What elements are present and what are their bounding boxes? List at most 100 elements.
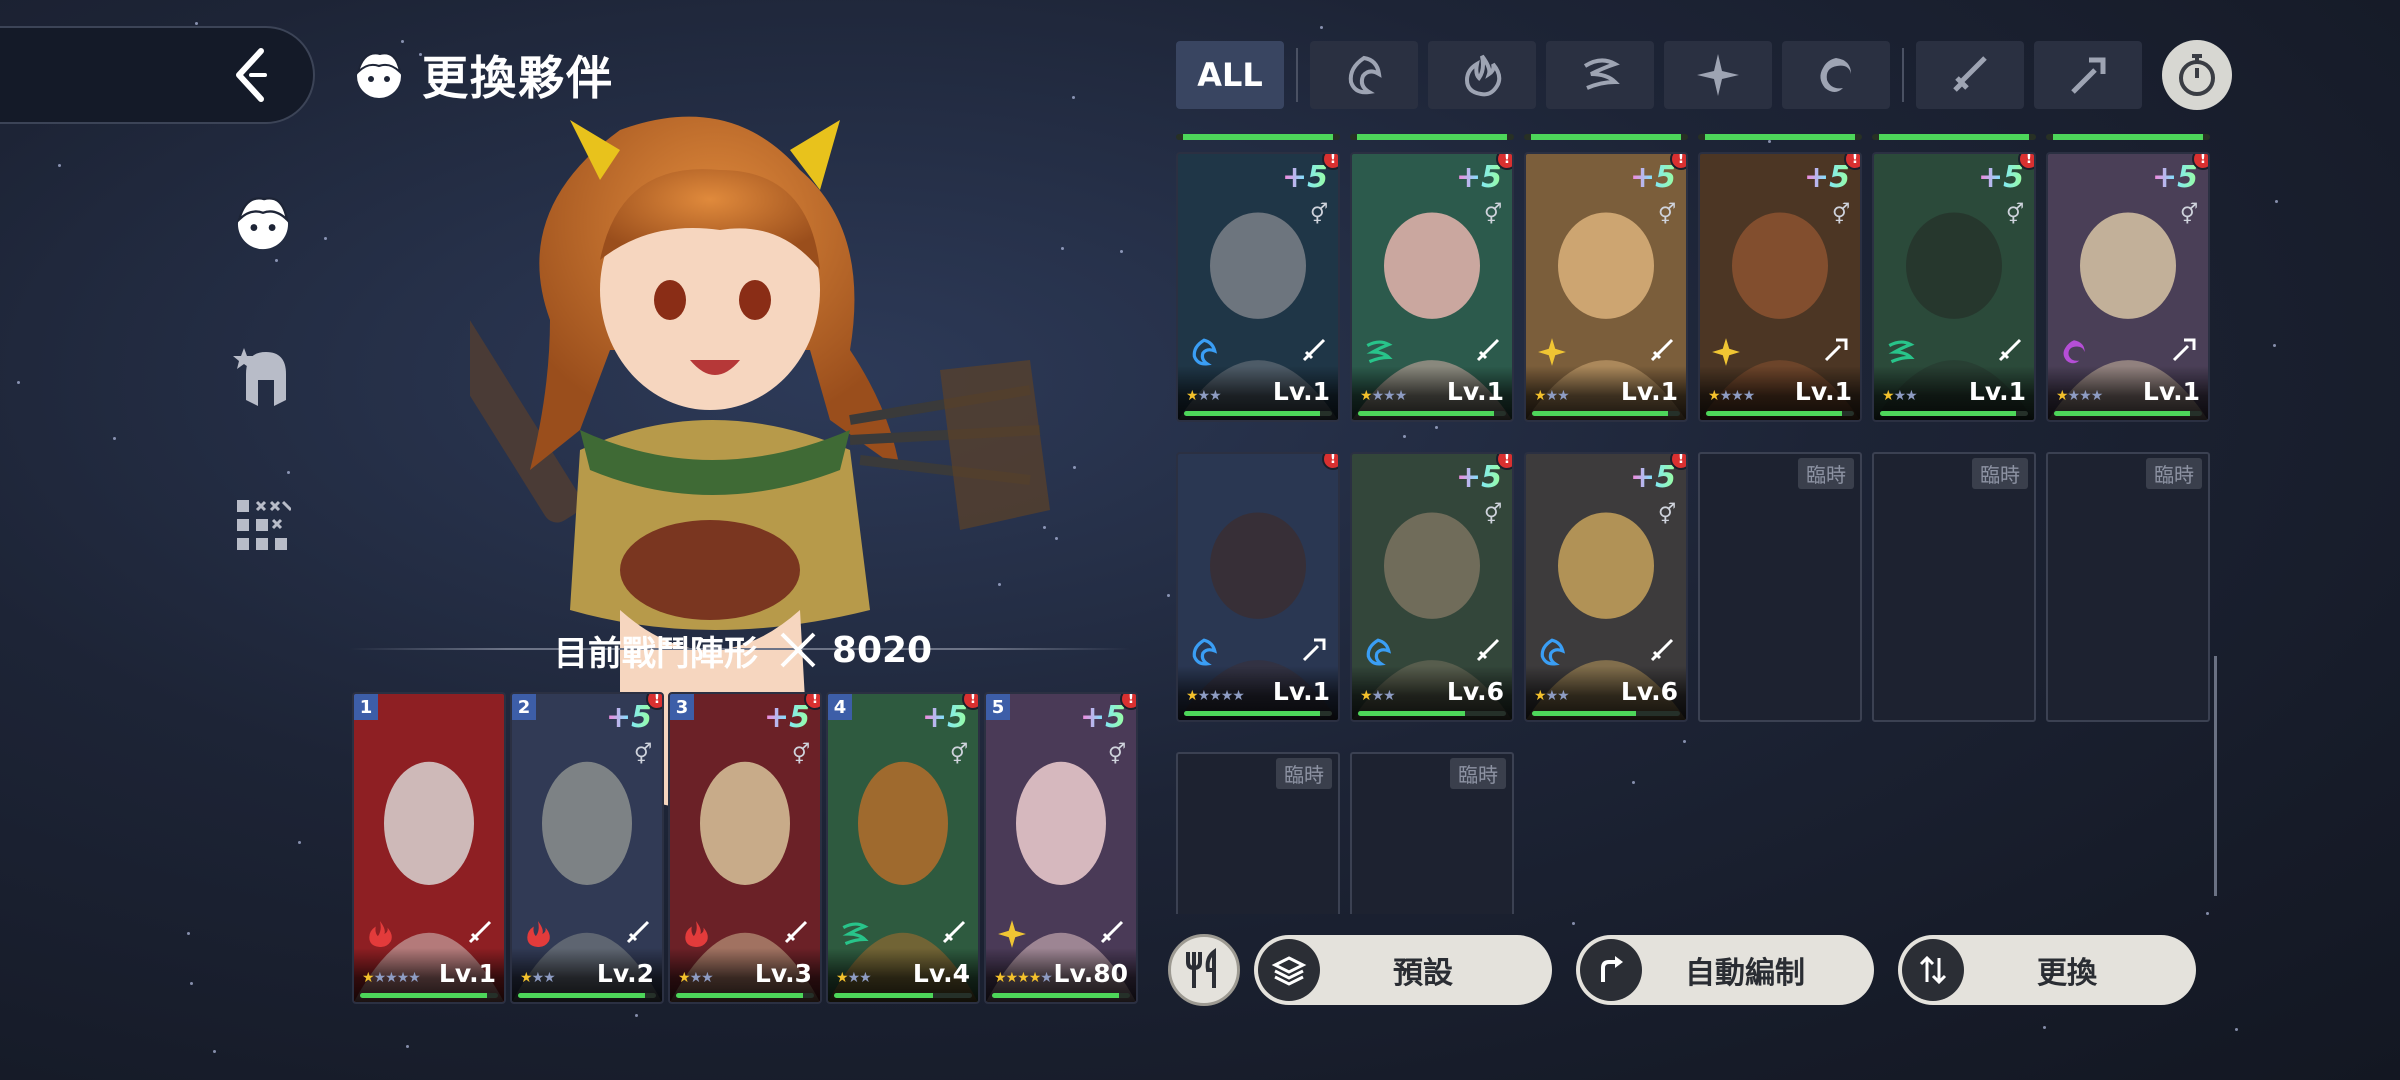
star-rating: ★★★ (1882, 388, 1918, 404)
hero-card[interactable]: +5 ⚥ ★★★★ Lv.1! (2046, 152, 2210, 422)
enhance-badge: +5 (1455, 460, 1502, 495)
sword-icon (1648, 636, 1676, 664)
hero-card[interactable]: +5 ⚥ ★★★ Lv.6! (1524, 452, 1688, 722)
star-rating: ★★★★ (2056, 388, 2103, 404)
enhance-badge: +5 (1281, 160, 1328, 195)
hero-card[interactable]: 3 +5 ⚥ ★★★ Lv.3! (668, 692, 822, 1004)
wind-element-icon (838, 918, 870, 950)
filter-water-tab[interactable] (1310, 41, 1418, 109)
light-element-icon (1536, 336, 1568, 368)
divider (1902, 48, 1904, 102)
hero-card[interactable]: +5 ⚥ ★★★★ Lv.1! (1698, 152, 1862, 422)
helmet-star-icon (233, 348, 286, 406)
empty-hero-slot[interactable]: 臨時 (2046, 452, 2210, 722)
hero-card[interactable]: +5 ⚥ ★★★ Lv.1! (1176, 152, 1340, 422)
stopwatch-icon (2179, 54, 2215, 96)
formation-label: 目前戰鬥陣形 (553, 633, 758, 674)
swap-arrows-icon (1902, 939, 1964, 1001)
hero-card[interactable]: 2 +5 ⚥ ★★★ Lv.2! (510, 692, 664, 1004)
roster-hp-topbar (1698, 134, 1862, 140)
hero-card[interactable]: 4 +5 ⚥ ★★★ Lv.4! (826, 692, 980, 1004)
hero-card[interactable]: ★★★★★ Lv.1! (1176, 452, 1340, 722)
combat-power-value: 8020 (831, 629, 933, 671)
back-button[interactable] (0, 26, 315, 124)
hero-roster-grid: +5 ⚥ ★★★ Lv.1! +5 ⚥ ★★★★ Lv.1! +5 ⚥ ★★★ Lv.1! +5 ⚥ ★★★… (1176, 134, 2216, 914)
dark-element-icon (2058, 336, 2090, 368)
hero-card[interactable]: +5 ⚥ ★★★★ Lv.1! (1350, 152, 1514, 422)
light-element-icon (996, 918, 1028, 950)
hero-card[interactable]: +5 ⚥ ★★★ Lv.1! (1872, 152, 2036, 422)
roster-cell: +5 ⚥ ★★★ Lv.1! (1524, 134, 1688, 422)
wind-element-icon (1884, 336, 1916, 368)
water-element-icon (1536, 636, 1568, 668)
filter-sword-tab[interactable] (1916, 41, 2024, 109)
wind-element-icon (1362, 336, 1394, 368)
level-label: Lv.3 (754, 959, 812, 988)
roster-hp-topbar (1176, 134, 1340, 140)
water-element-icon (1348, 55, 1382, 95)
layers-icon (1258, 939, 1320, 1001)
swap-button[interactable]: 更換 (1898, 935, 2196, 1005)
nav-hero-button[interactable] (228, 190, 298, 256)
level-label: Lv.1 (1794, 377, 1852, 406)
roster-hp-topbar (1524, 134, 1688, 140)
water-element-icon (1188, 636, 1220, 668)
level-label: Lv.1 (438, 959, 496, 988)
filter-all-tab[interactable]: ALL (1176, 41, 1284, 109)
empty-hero-slot[interactable]: 臨時 (1176, 752, 1340, 914)
gender-icon: ⚥ (1483, 502, 1502, 526)
filter-fire-tab[interactable] (1428, 41, 1536, 109)
hp-bar (676, 993, 814, 998)
water-element-icon (1188, 336, 1220, 368)
star-dot (1320, 26, 1323, 29)
star-dot (324, 237, 327, 240)
roster-scrollbar[interactable] (2214, 656, 2217, 896)
preset-button[interactable]: 預設 (1254, 935, 1552, 1005)
gender-icon: ⚥ (791, 742, 810, 766)
filter-dark-tab[interactable] (1782, 41, 1890, 109)
hero-card[interactable]: 5 +5 ⚥ ★★★★★ Lv.80! (984, 692, 1138, 1004)
sword-icon (1648, 336, 1676, 364)
sword-icon (1474, 636, 1502, 664)
filter-tabs: ALL (1176, 40, 2232, 110)
star-rating: ★★★ (1360, 688, 1396, 704)
current-formation-header: 目前戰鬥陣形 8020 (350, 618, 1130, 682)
filter-staff-tab[interactable] (2034, 41, 2142, 109)
roster-cell: +5 ⚥ ★★★ Lv.1! (1872, 134, 2036, 422)
divider (1296, 48, 1298, 102)
nav-formation-button[interactable] (228, 498, 298, 554)
nav-equipment-button[interactable] (228, 344, 298, 410)
sword-icon (1474, 336, 1502, 364)
roster-cell: +5 ⚥ ★★★★ Lv.1! (2046, 134, 2210, 422)
fire-element-icon (680, 918, 712, 950)
filter-light-tab[interactable] (1664, 41, 1772, 109)
hp-bar (992, 993, 1130, 998)
hero-card[interactable]: 1 ★★★★★ Lv.1 (352, 692, 506, 1004)
staff-icon (1822, 336, 1850, 364)
empty-hero-slot[interactable]: 臨時 (1350, 752, 1514, 914)
hero-card[interactable]: +5 ⚥ ★★★ Lv.6! (1350, 452, 1514, 722)
empty-hero-slot[interactable]: 臨時 (1698, 452, 1862, 722)
star-rating: ★★★ (1186, 388, 1222, 404)
food-button[interactable] (1168, 934, 1240, 1006)
star-dot (213, 1050, 216, 1053)
star-dot (406, 1045, 409, 1048)
filter-wind-tab[interactable] (1546, 41, 1654, 109)
auto-formation-button[interactable]: 自動編制 (1576, 935, 1874, 1005)
empty-hero-slot[interactable]: 臨時 (1872, 452, 2036, 722)
sword-icon (940, 918, 968, 946)
slot-number: 4 (828, 694, 852, 720)
enhance-badge: +5 (921, 700, 968, 735)
star-dot (17, 381, 20, 384)
star-rating: ★★★★ (1708, 388, 1755, 404)
enhance-badge: +5 (605, 700, 652, 735)
hero-card[interactable]: +5 ⚥ ★★★ Lv.1! (1524, 152, 1688, 422)
action-bar: 預設 自動編制 更換 (1168, 934, 2196, 1006)
staff-icon (1300, 636, 1328, 664)
level-label: Lv.80 (1053, 959, 1128, 988)
timer-filter-button[interactable] (2162, 40, 2232, 110)
hp-bar (518, 993, 656, 998)
roster-hp-topbar (1350, 134, 1514, 140)
star-dot (298, 841, 301, 844)
sword-icon (1098, 918, 1126, 946)
